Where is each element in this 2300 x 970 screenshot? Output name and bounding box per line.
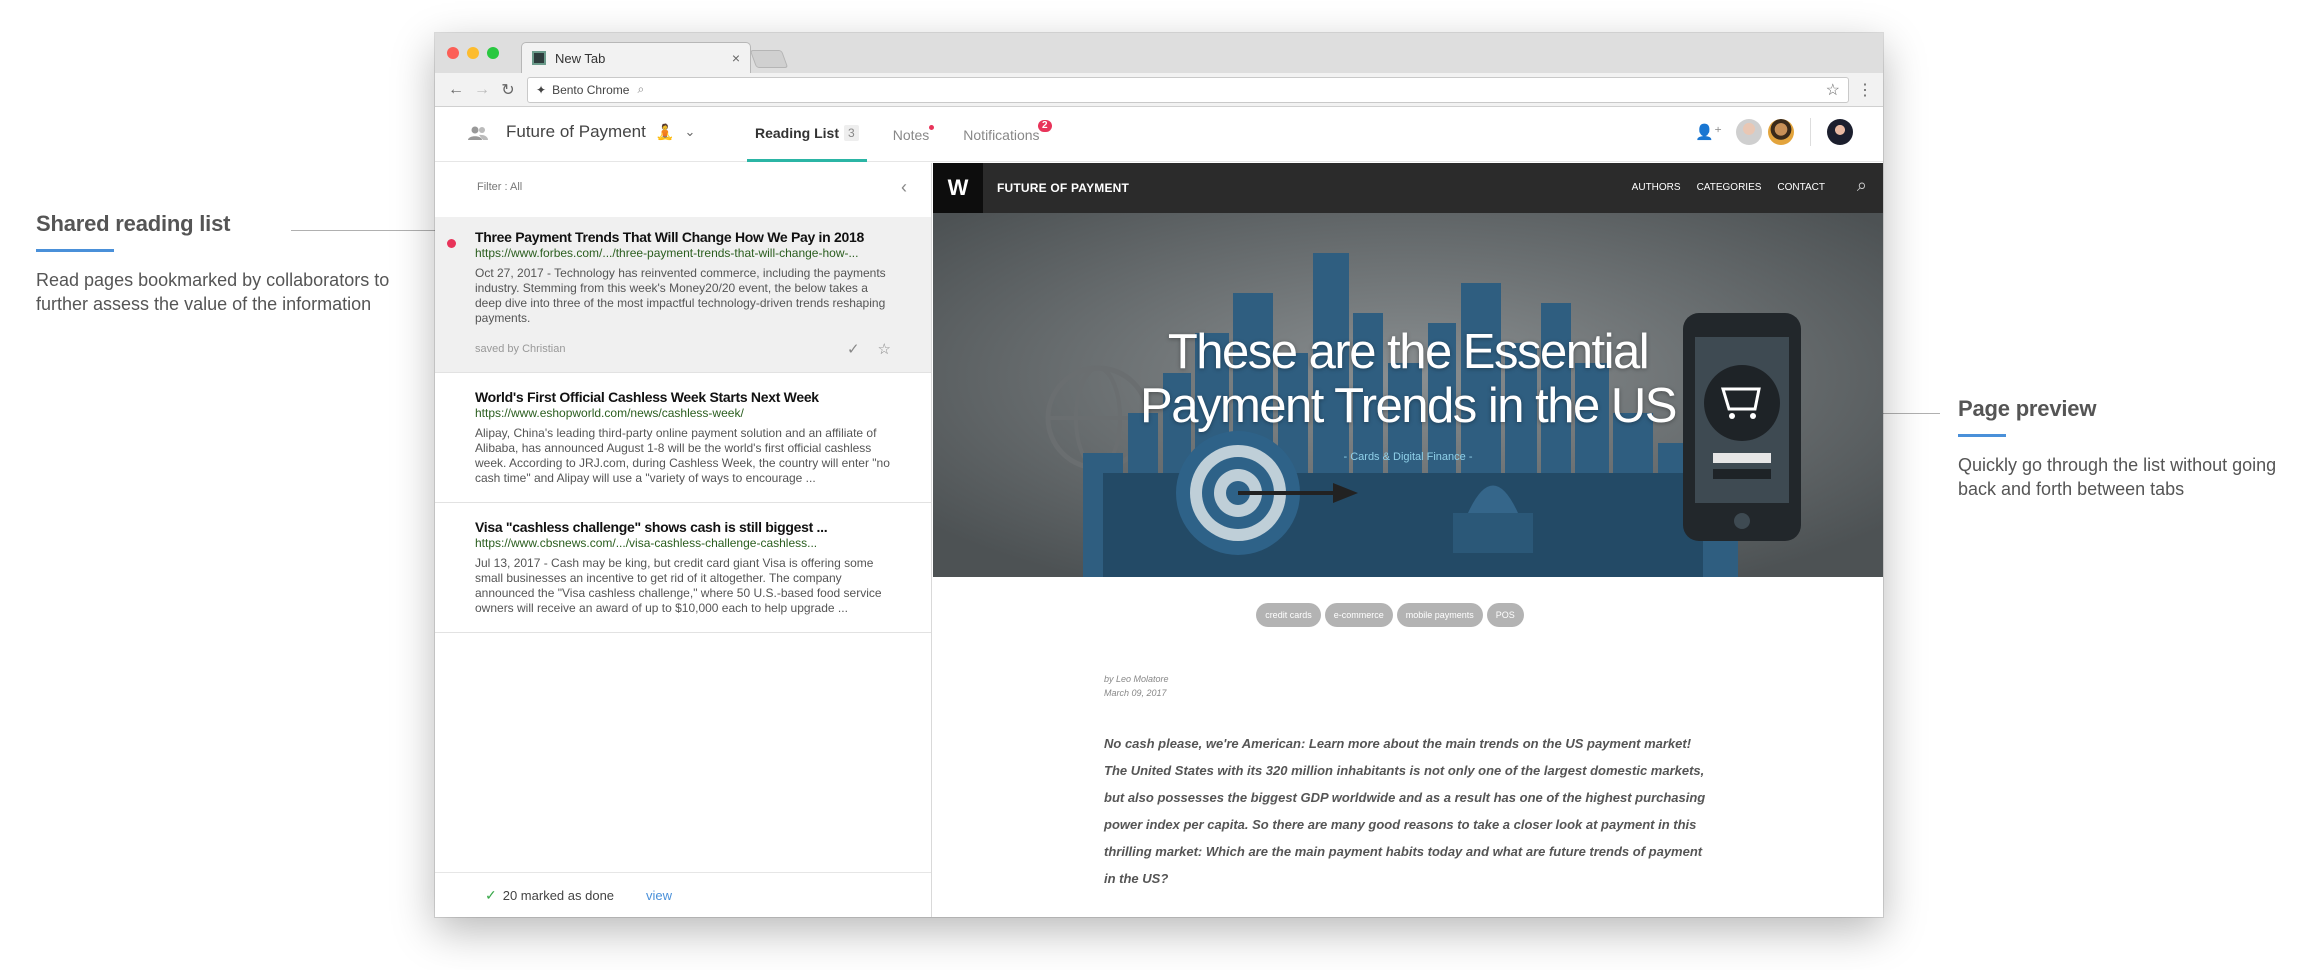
address-text: Bento Chrome: [552, 82, 630, 97]
forward-arrow-icon[interactable]: →: [469, 81, 495, 99]
hero-title-line: Payment Trends in the US: [1140, 379, 1677, 433]
filter-bar: Filter : All ‹: [435, 163, 931, 217]
nav-link-categories[interactable]: CATEGORIES: [1697, 182, 1762, 193]
annotation-connector-left: [291, 230, 435, 231]
author-name: by Leo Molatore: [1104, 674, 1169, 684]
view-done-link[interactable]: view: [646, 888, 672, 903]
item-description: Alipay, China's leading third-party onli…: [475, 426, 890, 485]
title-bar: New Tab ×: [435, 33, 1883, 73]
nav-link-authors[interactable]: AUTHORS: [1632, 182, 1681, 193]
browser-tab[interactable]: New Tab ×: [521, 42, 751, 73]
app-header: Future of Payment 🧘 ⌄ Reading List 3 Not…: [435, 107, 1883, 162]
tab-notifications[interactable]: Notifications 2: [955, 107, 1052, 162]
tag-chip[interactable]: POS: [1486, 603, 1524, 627]
site-nav-links: AUTHORS CATEGORIES CONTACT: [1632, 182, 1825, 193]
project-name: Future of Payment: [506, 122, 646, 141]
tab-reading-list[interactable]: Reading List 3: [747, 107, 867, 162]
filter-dropdown[interactable]: Filter : All: [477, 181, 522, 193]
bookmark-star-icon[interactable]: ☆: [1826, 80, 1840, 100]
reload-icon[interactable]: ↻: [495, 80, 521, 100]
list-item[interactable]: Visa "cashless challenge" shows cash is …: [435, 503, 931, 633]
notifications-badge: 2: [1037, 120, 1052, 132]
tab-notes[interactable]: Notes: [885, 107, 938, 162]
tag-chip[interactable]: credit cards: [1256, 603, 1321, 627]
hero-title-line: These are the Essential: [1167, 325, 1650, 379]
tab-favicon-icon: [532, 51, 546, 65]
annotation-page-preview: Page preview Quickly go through the list…: [1958, 396, 2288, 501]
annotation-title: Page preview: [1958, 396, 2097, 421]
done-count: 20 marked as done: [502, 887, 615, 903]
search-icon[interactable]: ⌕: [1857, 175, 1867, 196]
article-byline: by Leo Molatore March 09, 2017: [1104, 672, 1883, 700]
minimize-window-button[interactable]: [467, 47, 479, 59]
notes-unread-dot: [929, 125, 935, 130]
annotation-underline: [1958, 434, 2006, 437]
hero-title: These are the Essential Payment Trends i…: [933, 325, 1883, 433]
site-logo[interactable]: W: [933, 163, 983, 213]
item-description: Jul 13, 2017 - Cash may be king, but cre…: [475, 556, 882, 615]
tab-label: Notifications: [963, 126, 1040, 143]
browser-menu-icon[interactable]: ⋮: [1855, 80, 1875, 100]
hero-subtitle: - Cards & Digital Finance -: [1343, 451, 1473, 463]
collapse-chevron-icon[interactable]: ‹: [901, 177, 907, 198]
user-avatar[interactable]: [1827, 119, 1853, 145]
page-preview: W FUTURE OF PAYMENT AUTHORS CATEGORIES C…: [933, 163, 1883, 917]
annotation-text: Quickly go through the list without goin…: [1958, 455, 2277, 499]
tag-chip[interactable]: e-commerce: [1324, 603, 1393, 627]
close-tab-icon[interactable]: ×: [732, 50, 740, 66]
group-icon: [468, 126, 488, 140]
avatar[interactable]: [1768, 119, 1794, 145]
avatar[interactable]: [1736, 119, 1762, 145]
search-icon: ⌕: [637, 82, 645, 96]
reading-list-count: 3: [844, 125, 859, 141]
back-arrow-icon[interactable]: ←: [443, 81, 469, 99]
app-tabs: Reading List 3 Notes Notifications 2: [747, 107, 1066, 162]
item-url[interactable]: https://www.forbes.com/.../three-payment…: [475, 246, 891, 260]
divider: [1810, 118, 1811, 146]
address-bar[interactable]: ✦ Bento Chrome ⌕ ☆: [527, 76, 1849, 103]
nav-link-contact[interactable]: CONTACT: [1777, 182, 1825, 193]
item-title: Visa "cashless challenge" shows cash is …: [475, 519, 828, 535]
item-title: World's First Official Cashless Week Sta…: [475, 389, 819, 405]
hero-banner: These are the Essential Payment Trends i…: [933, 213, 1883, 577]
check-icon: ✓: [485, 886, 497, 903]
site-name[interactable]: FUTURE OF PAYMENT: [997, 181, 1129, 195]
annotation-title: Shared reading list: [36, 211, 231, 236]
tab-label: Reading List: [755, 125, 840, 141]
annotation-text: Read pages bookmarked by collaborators t…: [36, 270, 390, 314]
publish-date: March 09, 2017: [1104, 688, 1167, 698]
new-tab-button[interactable]: [749, 50, 789, 68]
header-actions: 👤⁺: [1695, 118, 1853, 146]
list-item[interactable]: Three Payment Trends That Will Change Ho…: [435, 217, 931, 373]
item-url[interactable]: https://www.eshopworld.com/news/cashless…: [475, 406, 891, 420]
annotation-underline: [36, 249, 114, 252]
item-title: Three Payment Trends That Will Change Ho…: [475, 229, 864, 245]
item-url[interactable]: https://www.cbsnews.com/.../visa-cashles…: [475, 536, 891, 550]
tab-label: Notes: [892, 126, 930, 143]
tab-title: New Tab: [555, 50, 606, 66]
chevron-down-icon: ⌄: [684, 124, 696, 139]
unread-dot: [447, 239, 456, 248]
puzzle-icon: ✦: [536, 82, 547, 97]
check-icon[interactable]: ✓: [847, 340, 860, 358]
saved-by: saved by Christian: [475, 343, 566, 355]
add-user-icon[interactable]: 👤⁺: [1695, 123, 1722, 141]
browser-window: New Tab × ← → ↻ ✦ Bento Chrome ⌕ ☆ ⋮ Fut…: [435, 33, 1883, 917]
tag-chip[interactable]: mobile payments: [1396, 603, 1483, 627]
close-window-button[interactable]: [447, 47, 459, 59]
tag-list: credit cards e-commerce mobile payments …: [933, 603, 1883, 627]
zoom-window-button[interactable]: [487, 47, 499, 59]
item-description: Oct 27, 2017 - Technology has reinvented…: [475, 266, 886, 325]
star-icon[interactable]: ☆: [878, 340, 891, 358]
item-meta: saved by Christian ✓ ☆: [475, 340, 891, 358]
reading-list-panel: Filter : All ‹ Three Payment Trends That…: [435, 163, 932, 917]
article-lead: No cash please, we're American: Learn mo…: [1104, 736, 1706, 886]
project-selector[interactable]: Future of Payment 🧘 ⌄: [506, 122, 695, 142]
list-item[interactable]: World's First Official Cashless Week Sta…: [435, 373, 931, 503]
browser-toolbar: ← → ↻ ✦ Bento Chrome ⌕ ☆ ⋮: [435, 73, 1883, 107]
list-footer: ✓ 20 marked as done view: [435, 872, 931, 917]
project-emoji: 🧘: [655, 124, 675, 141]
annotation-shared-reading-list: Shared reading list Read pages bookmarke…: [36, 211, 416, 316]
site-navbar: W FUTURE OF PAYMENT AUTHORS CATEGORIES C…: [933, 163, 1883, 213]
